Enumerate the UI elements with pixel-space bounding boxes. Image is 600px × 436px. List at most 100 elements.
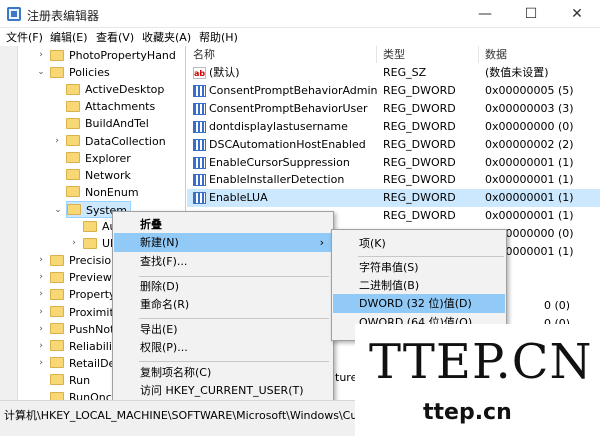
value-type: REG_SZ — [383, 66, 427, 79]
tree-item-buildandtel[interactable]: BuildAndTel — [66, 115, 152, 132]
tree-item-label: PhotoPropertyHand — [69, 49, 176, 62]
value-name: (默认) — [209, 66, 240, 79]
tree-item-network[interactable]: Network — [66, 167, 134, 184]
tree-item-pushnot[interactable]: › PushNot — [39, 321, 117, 338]
tree-item-label: Network — [85, 168, 131, 182]
chevron-right-icon[interactable]: › — [36, 47, 46, 64]
value-type: REG_DWORD — [383, 137, 456, 151]
tree-item-runonce[interactable]: RunOnce — [50, 389, 122, 400]
tree-item-label: NonEnum — [85, 185, 139, 199]
value-type: REG_DWORD — [383, 101, 456, 115]
column-name[interactable]: 名称 — [187, 46, 377, 63]
folder-icon — [50, 49, 64, 61]
folder-icon — [66, 117, 80, 129]
title-bar: 注册表编辑器 — ☐ ✕ — [0, 0, 600, 28]
close-button[interactable]: ✕ — [554, 0, 600, 28]
value-row[interactable]: EnableCursorSuppression REG_DWORD 0x000000… — [187, 154, 600, 172]
menu-visit-hkcu[interactable]: 访问 HKEY_CURRENT_USER(T) — [114, 381, 332, 400]
tree-item-attachments[interactable]: Attachments — [66, 98, 158, 115]
menu-export[interactable]: 导出(E) — [114, 320, 332, 339]
menu-view[interactable]: 查看(V) — [96, 29, 134, 45]
menu-file[interactable]: 文件(F) — [6, 29, 43, 45]
submenu-binary-value[interactable]: 二进制值(B) — [333, 276, 505, 295]
chevron-right-icon: › — [319, 236, 324, 249]
tree-item-policies[interactable]: ⌄ Policies — [37, 64, 113, 81]
maximize-button[interactable]: ☐ — [508, 0, 554, 28]
chevron-right-icon[interactable]: › — [69, 235, 79, 252]
column-type[interactable]: 类型 — [377, 46, 479, 63]
tree-item-explorer[interactable]: Explorer — [66, 150, 134, 167]
value-data: 0x00000001 (1) — [485, 209, 574, 223]
folder-icon — [50, 254, 64, 266]
chevron-right-icon[interactable]: › — [52, 133, 62, 150]
folder-icon — [50, 391, 64, 400]
value-name: ConsentPromptBehaviorUser — [209, 101, 368, 115]
tree-item-precision[interactable]: › Precision — [39, 252, 121, 269]
value-row[interactable]: EnableLUA REG_DWORD 0x00000001 (1) — [187, 189, 600, 208]
dword-value-icon — [193, 192, 206, 205]
submenu-string-value[interactable]: 字符串值(S) — [333, 258, 505, 277]
tree-item-label: DataCollection — [85, 134, 166, 148]
chevron-right-icon — [52, 184, 62, 201]
value-row[interactable]: ab (默认) REG_SZ (数值未设置) — [187, 64, 600, 82]
submenu-key[interactable]: 项(K) — [333, 234, 505, 253]
chevron-right-icon — [52, 81, 62, 98]
tree-item-label: PushNot — [69, 322, 115, 336]
value-row[interactable]: ConsentPromptBehaviorAdmin REG_DWORD 0x000… — [187, 82, 600, 100]
tree-item-photopropertyhand[interactable]: › PhotoPropertyHand — [39, 47, 179, 64]
chevron-right-icon[interactable]: › — [36, 252, 46, 269]
tree-item-reliabilit[interactable]: › Reliabilit — [39, 338, 119, 355]
value-type: REG_DWORD — [383, 155, 456, 169]
menu-delete[interactable]: 删除(D) — [114, 277, 332, 296]
menu-edit[interactable]: 编辑(E) — [50, 29, 88, 45]
chevron-right-icon[interactable]: › — [36, 321, 46, 338]
tree-scrollbar[interactable] — [0, 46, 18, 400]
chevron-right-icon[interactable]: › — [36, 338, 46, 355]
value-row[interactable]: DSCAutomationHostEnabled REG_DWORD 0x00000… — [187, 136, 600, 154]
chevron-right-icon[interactable]: › — [36, 286, 46, 303]
chevron-right-icon[interactable]: › — [36, 269, 46, 286]
dword-value-icon — [193, 156, 206, 169]
value-row[interactable]: EnableInstallerDetection REG_DWORD 0x00000… — [187, 171, 600, 189]
menu-new[interactable]: 新建(N) › — [114, 233, 332, 252]
value-type: REG_DWORD — [383, 83, 456, 97]
value-row[interactable]: dontdisplaylastusername REG_DWORD 0x000000… — [187, 118, 600, 136]
tree-item-label: Property — [69, 288, 116, 302]
watermark-url: ttep.cn — [423, 400, 512, 425]
chevron-right-icon[interactable]: › — [36, 355, 46, 372]
value-row[interactable]: ConsentPromptBehaviorUser REG_DWORD 0x0000… — [187, 100, 600, 118]
tree-item-label: Explorer — [85, 151, 131, 165]
value-data: 0x00000001 (1) — [485, 191, 574, 205]
value-type: REG_DWORD — [383, 191, 456, 205]
submenu-dword-value[interactable]: DWORD (32 位)值(D) — [333, 294, 505, 313]
dword-value-icon — [193, 84, 206, 97]
folder-icon — [66, 152, 80, 164]
minimize-button[interactable]: — — [462, 0, 508, 28]
menu-favorites[interactable]: 收藏夹(A) — [142, 29, 191, 45]
menu-help[interactable]: 帮助(H) — [199, 29, 238, 45]
folder-icon — [50, 323, 64, 335]
chevron-right-icon — [52, 98, 62, 115]
folder-icon — [66, 135, 80, 146]
tree-item-retailde[interactable]: › RetailDe — [39, 355, 118, 372]
chevron-down-icon[interactable]: ⌄ — [36, 64, 46, 81]
value-type: REG_DWORD — [383, 173, 456, 187]
column-data[interactable]: 数据 — [479, 46, 600, 63]
tree-item-run[interactable]: Run — [50, 372, 93, 389]
tree-item-activedesktop[interactable]: ActiveDesktop — [66, 81, 167, 98]
tree-item-nonenum[interactable]: NonEnum — [66, 184, 142, 201]
regedit-icon — [7, 7, 21, 21]
menu-rename[interactable]: 重命名(R) — [114, 295, 332, 314]
menu-permissions[interactable]: 权限(P)... — [114, 338, 332, 357]
menu-bar: 文件(F) 编辑(E) 查看(V) 收藏夹(A) 帮助(H) — [0, 28, 600, 46]
chevron-down-icon[interactable]: ⌄ — [53, 202, 63, 219]
menu-collapse[interactable]: 折叠 — [114, 215, 332, 234]
value-type: REG_DWORD — [383, 209, 456, 223]
menu-find[interactable]: 查找(F)... — [114, 252, 332, 271]
menu-copy-key-name[interactable]: 复制项名称(C) — [114, 363, 332, 382]
folder-icon — [66, 186, 80, 198]
tree-item-property[interactable]: › Property — [39, 286, 119, 303]
tree-item-datacollection[interactable]: › DataCollection — [55, 133, 169, 150]
value-data: 0x00000000 (0) — [485, 119, 574, 133]
chevron-right-icon[interactable]: › — [36, 304, 46, 321]
